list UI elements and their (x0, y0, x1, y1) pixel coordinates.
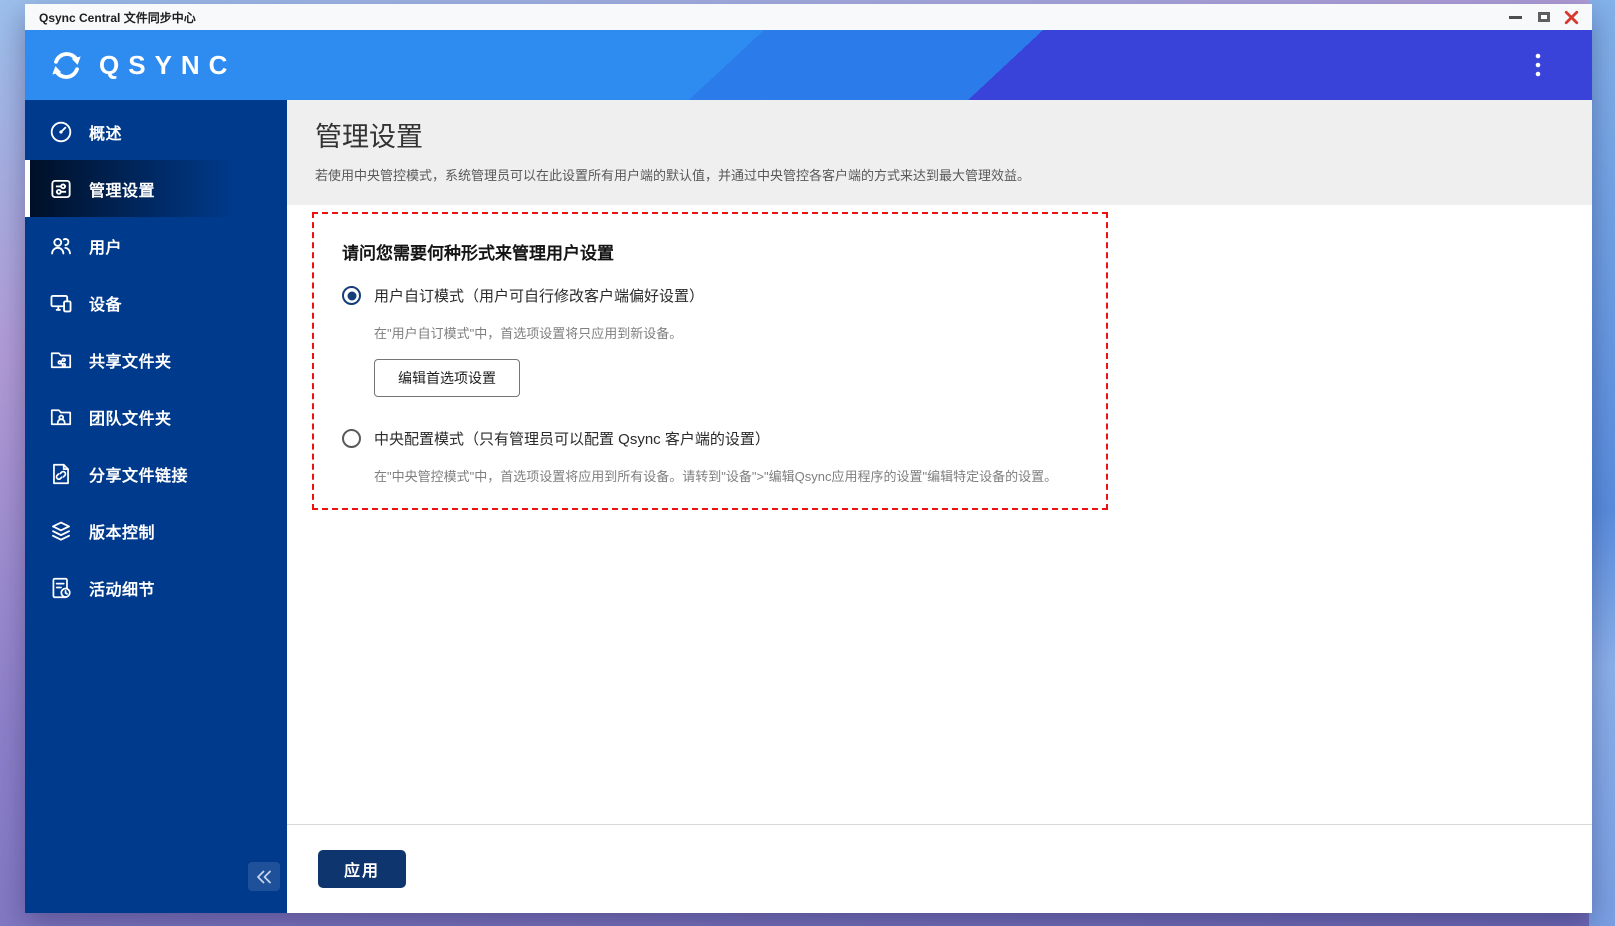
option-description: 在"中央管控模式"中，首选项设置将应用到所有设备。请转到"设备">"编辑Qsyn… (374, 469, 1058, 484)
radio-row-central-config-mode[interactable]: 中央配置模式（只有管理员可以配置 Qsync 客户端的设置） (342, 428, 1078, 449)
more-options-button[interactable] (1524, 50, 1552, 80)
minimize-button[interactable] (1508, 10, 1523, 25)
sidebar-item-team-folders[interactable]: 团队文件夹 (25, 388, 287, 445)
double-chevron-left-icon (257, 870, 271, 883)
radio-row-user-defined-mode[interactable]: 用户自订模式（用户可自行修改客户端偏好设置） (342, 285, 1078, 306)
window-titlebar: Qsync Central 文件同步中心 (25, 4, 1592, 30)
sidebar-item-shared-folders[interactable]: 共享文件夹 (25, 331, 287, 388)
maximize-button[interactable] (1536, 10, 1551, 25)
gauge-icon (48, 119, 74, 145)
option-user-defined-mode: 用户自订模式（用户可自行修改客户端偏好设置） 在"用户自订模式"中，首选项设置将… (342, 285, 1078, 428)
devices-icon (48, 290, 74, 316)
sidebar-item-label: 设备 (89, 296, 123, 314)
maximize-icon (1537, 12, 1550, 22)
sidebar: 概述 管理设置 用户 设备 共享文件夹 团队文件夹 分享文件链接 版本控制 活动… (25, 100, 287, 913)
management-mode-highlight-box: 请问您需要何种形式来管理用户设置 用户自订模式（用户可自行修改客户端偏好设置） … (312, 212, 1108, 510)
users-icon (48, 233, 74, 259)
radio-unselected-icon[interactable] (342, 429, 361, 448)
activity-icon (48, 575, 74, 601)
sidebar-item-label: 版本控制 (89, 524, 156, 542)
sidebar-item-devices[interactable]: 设备 (25, 274, 287, 331)
team-folder-icon (48, 404, 74, 430)
apply-button[interactable]: 应用 (318, 850, 407, 888)
logo-wordmark: QSYNC (99, 49, 237, 80)
radio-selected-icon[interactable] (342, 286, 361, 305)
option-central-config-mode: 中央配置模式（只有管理员可以配置 Qsync 客户端的设置） 在"中央管控模式"… (342, 428, 1078, 485)
radio-label: 中央配置模式（只有管理员可以配置 Qsync 客户端的设置） (374, 431, 770, 448)
desktop-background: Qsync Central 文件同步中心 QSYNC 概述 管理设置 用户 设备… (0, 0, 1615, 926)
sidebar-item-label: 管理设置 (89, 182, 156, 200)
sidebar-item-label: 团队文件夹 (89, 410, 172, 428)
page-header: 管理设置 若使用中央管控模式，系统管理员可以在此设置所有用户端的默认值，并通过中… (287, 100, 1592, 205)
sidebar-item-label: 分享文件链接 (89, 467, 189, 485)
sidebar-item-overview[interactable]: 概述 (25, 103, 287, 160)
sidebar-item-label: 用户 (89, 239, 123, 257)
qsync-central-window: Qsync Central 文件同步中心 QSYNC 概述 管理设置 用户 设备… (25, 4, 1592, 913)
sync-arrows-icon (52, 51, 81, 79)
window-body: 概述 管理设置 用户 设备 共享文件夹 团队文件夹 分享文件链接 版本控制 活动… (25, 100, 1592, 913)
edit-preferences-button[interactable]: 编辑首选项设置 (374, 359, 520, 397)
kebab-menu-icon (1535, 53, 1541, 77)
sidebar-item-label: 活动细节 (89, 581, 156, 599)
collapse-sidebar-button[interactable] (248, 862, 280, 891)
window-title: Qsync Central 文件同步中心 (39, 10, 196, 25)
app-header: QSYNC (25, 30, 1592, 100)
sidebar-item-label: 概述 (89, 125, 123, 143)
shared-folder-icon (48, 347, 74, 373)
option-description: 在"用户自订模式"中，首选项设置将只应用到新设备。 (374, 326, 683, 341)
sidebar-item-version-control[interactable]: 版本控制 (25, 502, 287, 559)
share-link-icon (48, 461, 74, 487)
sidebar-item-management-settings[interactable]: 管理设置 (25, 160, 287, 217)
page-title: 管理设置 (315, 122, 423, 152)
window-controls (1508, 10, 1579, 25)
close-button[interactable] (1564, 10, 1579, 25)
sidebar-item-share-file-links[interactable]: 分享文件链接 (25, 445, 287, 502)
qsync-logo: QSYNC (48, 47, 236, 84)
page-description: 若使用中央管控模式，系统管理员可以在此设置所有用户端的默认值，并通过中央管控各客… (315, 168, 1031, 183)
sidebar-item-label: 共享文件夹 (89, 353, 172, 371)
sidebar-item-users[interactable]: 用户 (25, 217, 287, 274)
versions-icon (48, 518, 74, 544)
wallpaper-strip (1589, 0, 1615, 926)
sidebar-item-activity-details[interactable]: 活动细节 (25, 559, 287, 616)
action-bar: 应用 (287, 824, 1592, 913)
minimize-icon (1509, 15, 1522, 19)
main-panel: 管理设置 若使用中央管控模式，系统管理员可以在此设置所有用户端的默认值，并通过中… (287, 100, 1592, 913)
close-icon (1564, 10, 1579, 24)
radio-label: 用户自订模式（用户可自行修改客户端偏好设置） (374, 288, 705, 305)
sliders-icon (48, 176, 74, 202)
question-heading: 请问您需要何种形式来管理用户设置 (342, 244, 614, 263)
